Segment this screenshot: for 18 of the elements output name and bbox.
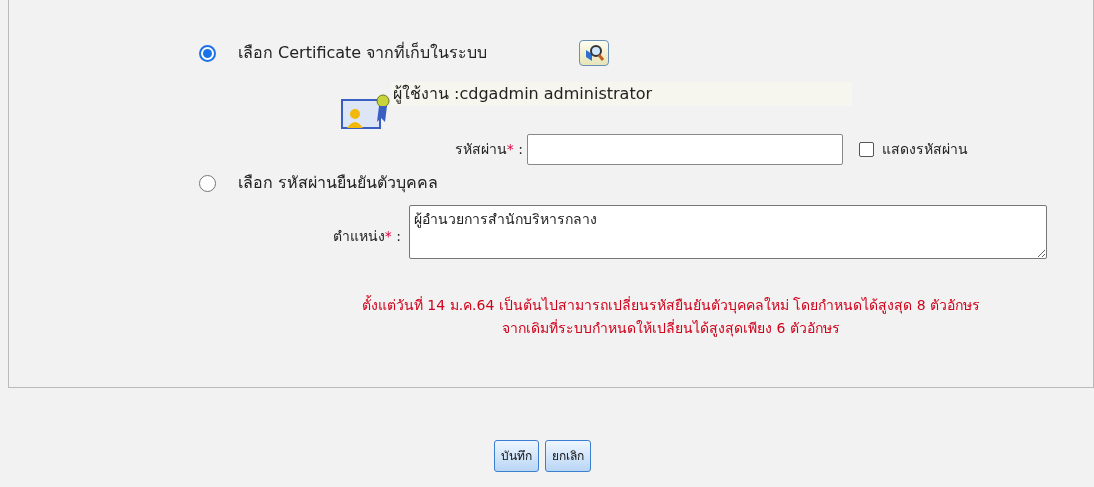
certificate-icon bbox=[341, 92, 391, 130]
user-name: ผู้ใช้งาน :cdgadmin administrator bbox=[391, 82, 852, 106]
show-password-checkbox[interactable] bbox=[859, 142, 874, 157]
radio-button[interactable] bbox=[199, 174, 216, 192]
search-button[interactable] bbox=[579, 40, 610, 66]
notice-text: จากเดิมที่ระบบกำหนดให้เปลี่ยนได้สูงสุดเพียง 6 ตัวอักษร bbox=[502, 318, 840, 339]
search-icon bbox=[584, 44, 605, 62]
position-label: ตำแหน่ง* : bbox=[331, 226, 402, 246]
position-field[interactable]: ผู้อำนวยการสำนักบริหารกลาง bbox=[409, 205, 1047, 259]
notice-text: ตั้งแต่วันที่ 14 ม.ค.64 เป็นต้นไปสามารถเปลี่ยนรหัสยืนยันตัวบุคคลใหม่ โดยกำหนดได้สูงสุด 8 ตัวอักษร bbox=[361, 295, 981, 316]
radio-button[interactable] bbox=[199, 44, 216, 62]
show-password-label: แสดงรหัสผ่าน bbox=[882, 140, 968, 159]
option-label: เลือก รหัสผ่านยืนยันตัวบุคคล bbox=[238, 172, 439, 195]
save-button[interactable]: บันทึก bbox=[493, 440, 539, 472]
password-label: รหัสผ่าน* : bbox=[453, 140, 524, 159]
cancel-button[interactable]: ยกเลิก bbox=[544, 440, 591, 472]
option-label: เลือก Certificate จากที่เก็บในระบบ bbox=[238, 41, 488, 64]
password-field[interactable] bbox=[527, 134, 843, 165]
